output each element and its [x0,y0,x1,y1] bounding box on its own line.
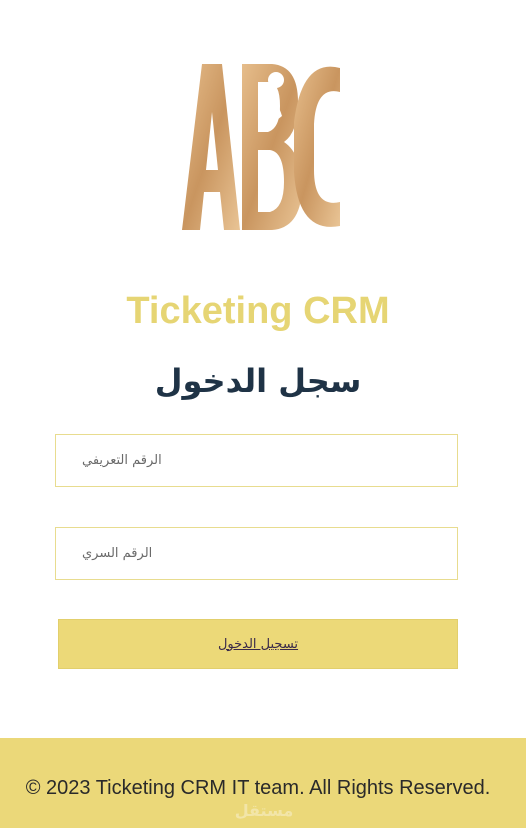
login-heading: سجل الدخول [154,362,362,400]
id-number-input[interactable] [55,434,458,487]
login-page: Ticketing CRM سجل الدخول تسجيل الدخول © … [0,0,526,828]
logo-letter-b [242,64,302,230]
watermark-logo: مستقل [235,801,294,820]
logo-letter-c [294,66,340,227]
login-button[interactable]: تسجيل الدخول [58,619,458,669]
footer: © 2023 Ticketing CRM IT team. All Rights… [0,738,526,828]
svg-text:مستقل: مستقل [235,801,294,820]
app-title: Ticketing CRM [126,290,390,332]
password-input[interactable] [55,527,458,580]
company-logo [182,64,340,230]
